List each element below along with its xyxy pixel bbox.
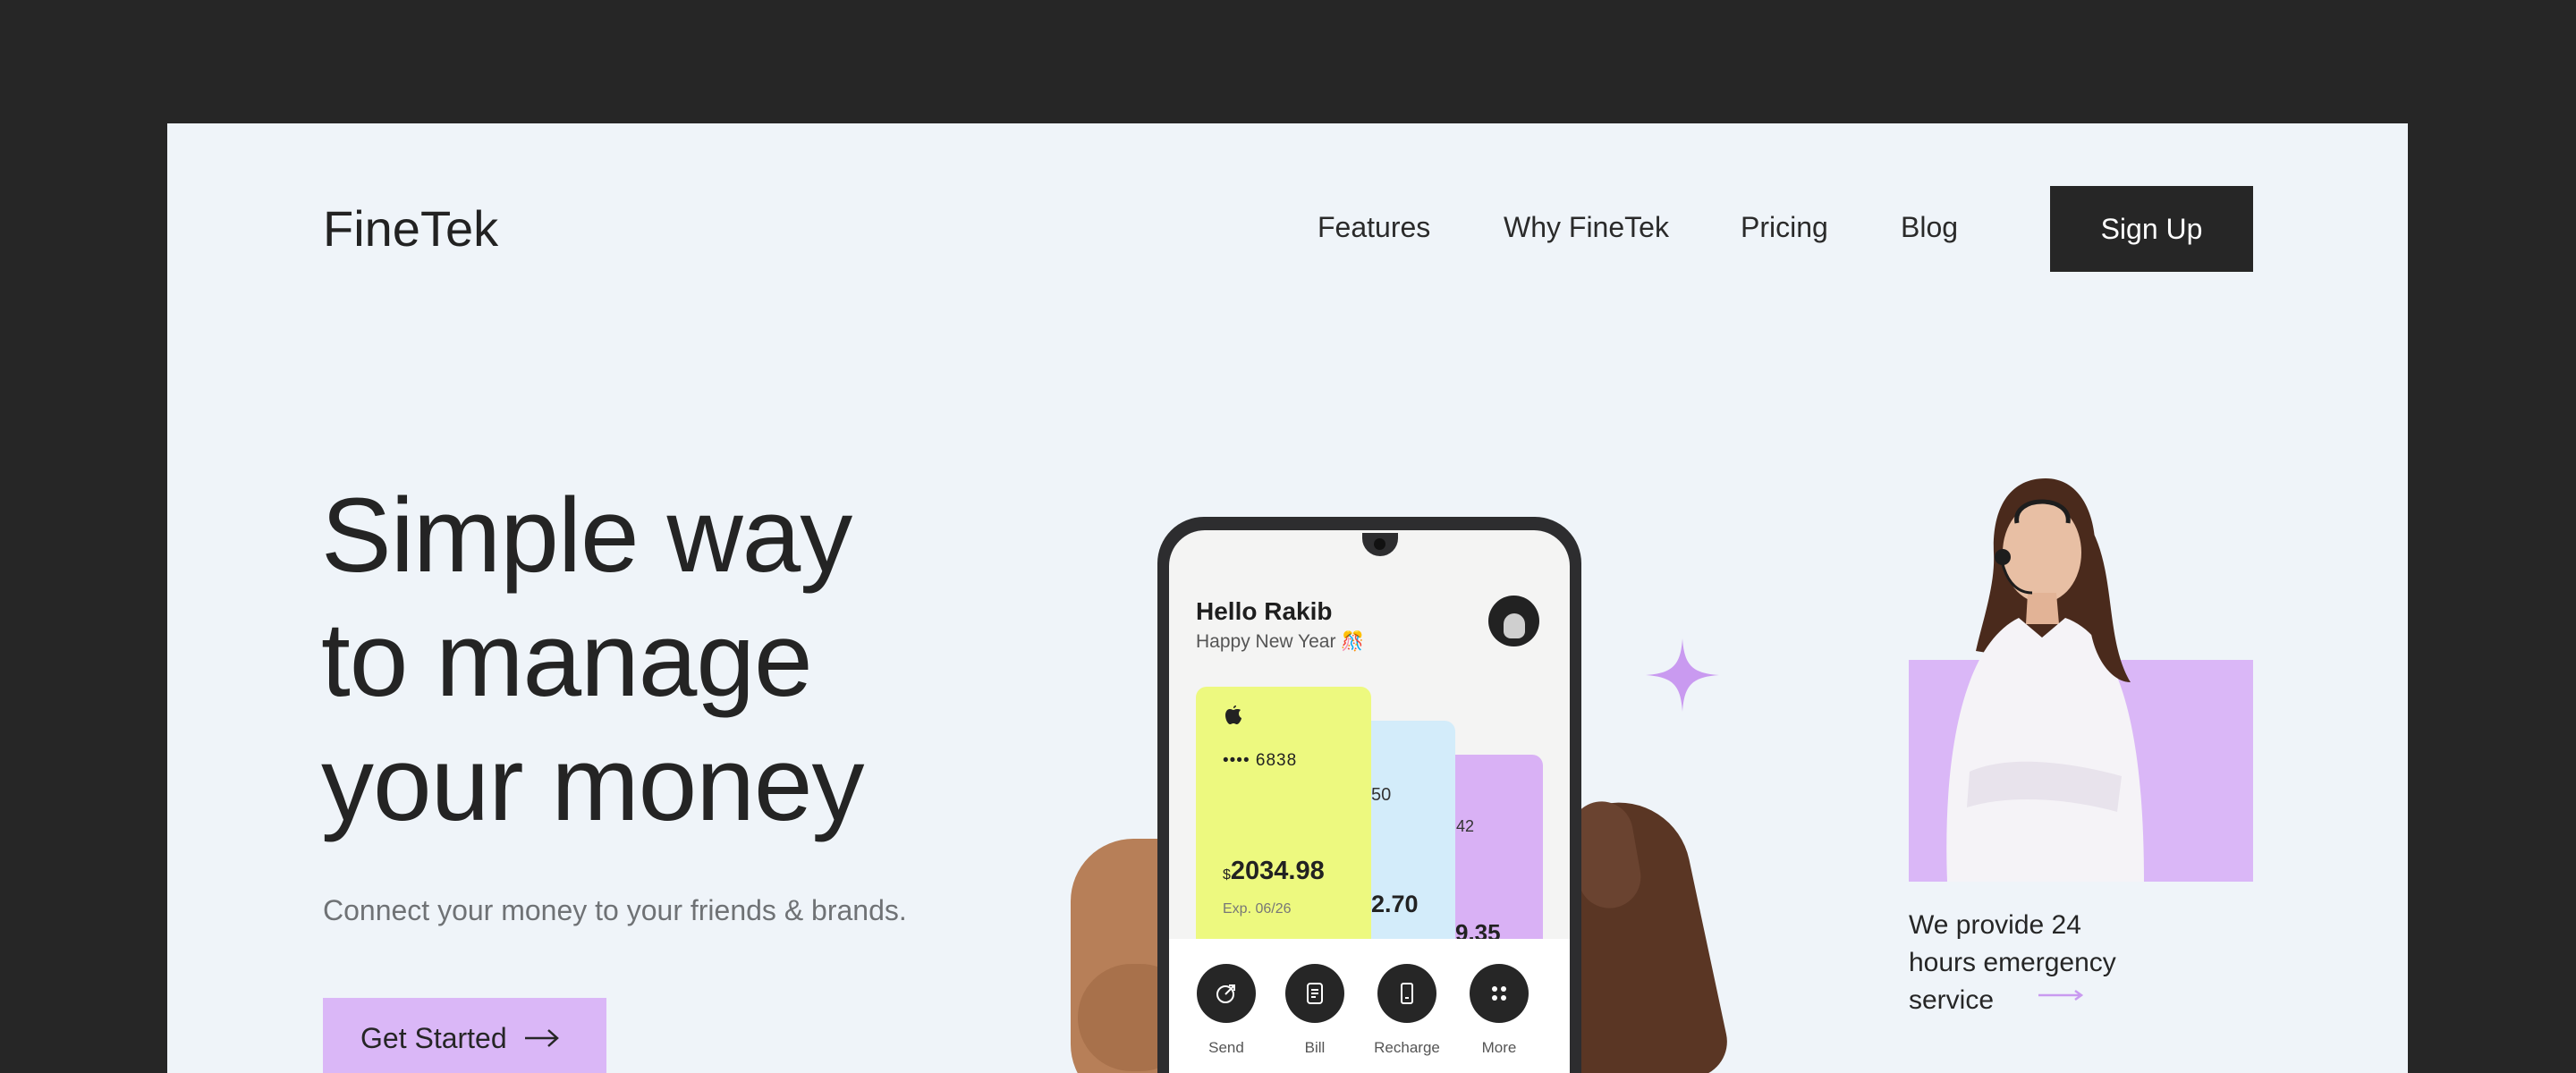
get-started-label: Get Started <box>360 1021 507 1054</box>
bill-label: Bill <box>1304 1039 1326 1056</box>
more-label: More <box>1481 1039 1517 1056</box>
recharge-action-button[interactable] <box>1377 964 1436 1023</box>
hero-title-line: your money <box>321 725 865 843</box>
hero-subtitle: Connect your money to your friends & bra… <box>323 894 907 926</box>
card-secondary-number: 50 <box>1371 785 1392 805</box>
apple-icon <box>1225 705 1241 724</box>
card-tertiary-number: 42 <box>1456 817 1475 835</box>
card-balance: $2034.98 <box>1223 857 1325 886</box>
landing-page: FineTek Features Why FineTek Pricing Blo… <box>167 123 2408 1073</box>
arrow-right-icon[interactable] <box>2037 988 2085 1002</box>
arrow-right-icon <box>524 1029 559 1047</box>
support-text: We provide 24 hours emergency service <box>1909 907 2195 1019</box>
user-avatar[interactable] <box>1488 596 1539 646</box>
nav-features[interactable]: Features <box>1318 211 1430 244</box>
get-started-button[interactable]: Get Started <box>323 998 606 1073</box>
card-secondary-balance: 2.70 <box>1371 891 1419 917</box>
bill-action-button[interactable] <box>1285 964 1344 1023</box>
sign-up-button[interactable]: Sign Up <box>2050 186 2253 272</box>
support-text-line: We provide 24 <box>1909 910 2081 940</box>
hero-title-line: to manage <box>321 601 813 719</box>
nav-pricing[interactable]: Pricing <box>1741 211 1828 244</box>
more-action-button[interactable] <box>1470 964 1529 1023</box>
more-icon <box>1492 986 1506 1001</box>
send-action-button[interactable] <box>1197 964 1256 1023</box>
support-text-line: hours emergency <box>1909 948 2116 977</box>
phone-greeting: Hello Rakib <box>1196 597 1333 625</box>
recharge-label: Recharge <box>1374 1039 1440 1056</box>
card-balance-value: 2034.98 <box>1230 857 1325 885</box>
sparkle-icon <box>1646 638 1719 712</box>
nav-blog[interactable]: Blog <box>1901 211 1958 244</box>
hero-title-line: Simple way <box>321 477 852 595</box>
send-icon <box>1216 984 1235 1003</box>
hero-title: Simple way to manage your money <box>321 474 1055 847</box>
logo[interactable]: FineTek <box>323 199 498 258</box>
nav-why-finetek[interactable]: Why FineTek <box>1504 211 1669 244</box>
card-number: •••• 6838 <box>1223 751 1298 770</box>
card-expiry: Exp. 06/26 <box>1223 901 1292 917</box>
phone-subgreeting: Happy New Year 🎊 <box>1196 631 1365 652</box>
currency-symbol: $ <box>1223 867 1231 883</box>
support-agent-photo <box>1946 478 2144 882</box>
recharge-icon <box>1401 983 1413 1004</box>
bill-icon <box>1307 983 1323 1004</box>
